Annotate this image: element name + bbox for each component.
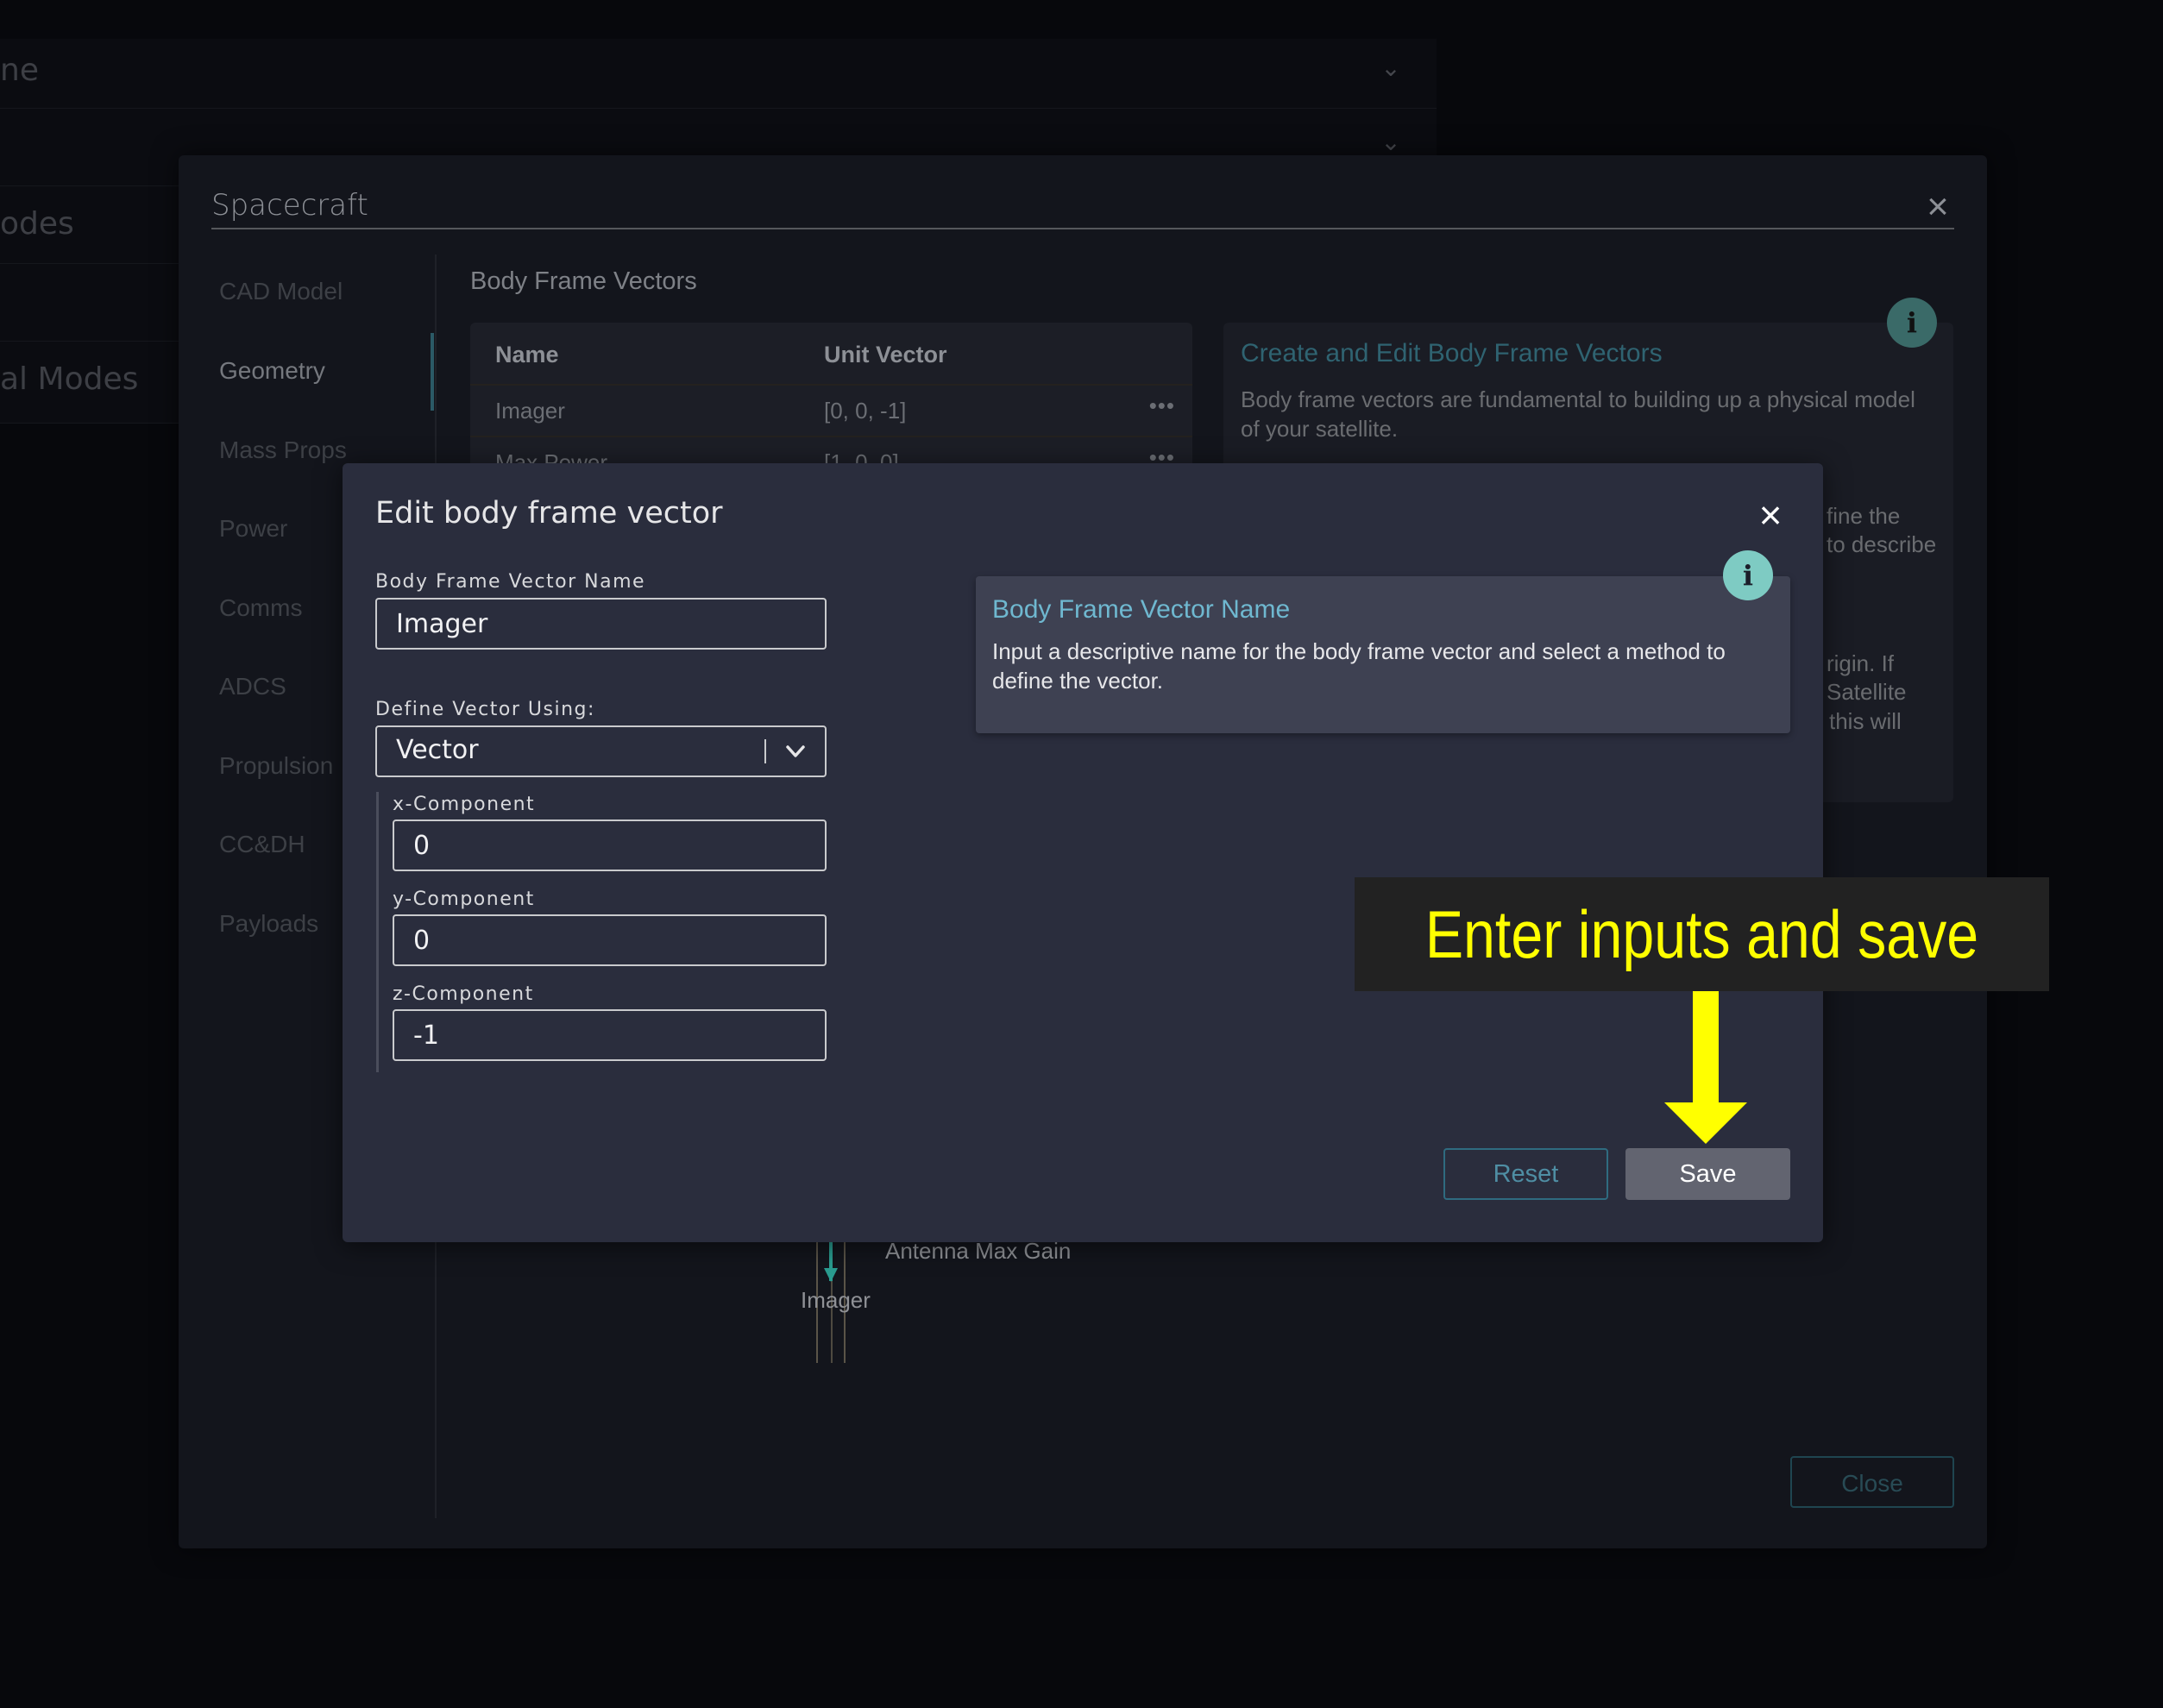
y-component-label: y-Component [393, 889, 535, 910]
chevron-down-icon[interactable] [780, 736, 811, 767]
sidebar-item-cad-model[interactable]: CAD Model [219, 278, 343, 305]
more-options-icon[interactable]: ••• [1149, 392, 1175, 419]
viewer-label-imager: Imager [801, 1287, 871, 1313]
help-text-fragment: rigin. If [1827, 650, 1895, 676]
close-icon[interactable]: × [1753, 495, 1788, 535]
sidebar-item-mass-props[interactable]: Mass Props [219, 436, 347, 464]
sidebar-item-power[interactable]: Power [219, 515, 287, 543]
close-button[interactable]: Close [1790, 1456, 1954, 1508]
vector-name-input[interactable] [375, 598, 827, 650]
help-title: Create and Edit Body Frame Vectors [1241, 339, 1663, 367]
bg-row[interactable]: ne ⌄ [0, 39, 1437, 109]
sidebar-item-comms[interactable]: Comms [219, 594, 302, 622]
active-tab-indicator [431, 333, 434, 411]
z-component-input[interactable] [393, 1009, 827, 1061]
help-text: Body frame vectors are fundamental to bu… [1241, 386, 1915, 442]
help-text-fragment: Satellite [1827, 679, 1907, 705]
z-component-label: z-Component [393, 983, 534, 1005]
column-header-name: Name [495, 342, 559, 367]
table-row[interactable]: Imager [0, 0, -1] ••• [470, 384, 1192, 437]
arrow-down-icon [1664, 1102, 1747, 1144]
help-text-fragment: fine the [1827, 503, 1901, 529]
bg-row-label: al Modes [0, 361, 139, 397]
select-separator [764, 739, 766, 763]
spacecraft-dialog-title: Spacecraft [211, 188, 368, 223]
save-button[interactable]: Save [1625, 1148, 1790, 1200]
sidebar-item-payloads[interactable]: Payloads [219, 910, 318, 938]
field-info-title: Body Frame Vector Name [992, 595, 1291, 624]
reset-button[interactable]: Reset [1443, 1148, 1608, 1200]
component-group-bar [376, 792, 379, 1072]
define-vector-selected: Vector [396, 735, 479, 765]
bg-row-label: ne [0, 53, 39, 88]
row-name: Imager [495, 398, 565, 424]
section-heading: Body Frame Vectors [470, 267, 697, 295]
x-component-label: x-Component [393, 794, 536, 815]
imager-vector-arrowhead [824, 1268, 838, 1282]
y-component-input[interactable] [393, 914, 827, 966]
sidebar-item-geometry[interactable]: Geometry [219, 357, 325, 385]
help-text-fragment: to describe [1827, 531, 1937, 557]
column-header-unit-vector: Unit Vector [824, 342, 947, 367]
chevron-down-icon[interactable]: ⌄ [1379, 56, 1403, 80]
sidebar-item-ccdh[interactable]: CC&DH [219, 831, 305, 858]
define-vector-label: Define Vector Using: [375, 699, 595, 720]
annotation-text: Enter inputs and save [1424, 896, 1979, 972]
info-icon[interactable]: i [1887, 298, 1937, 348]
x-component-input[interactable] [393, 819, 827, 871]
info-icon[interactable]: i [1723, 550, 1773, 600]
annotation-arrow-shaft [1693, 991, 1719, 1105]
sidebar-item-propulsion[interactable]: Propulsion [219, 752, 333, 780]
bg-row-label: odes [0, 206, 74, 242]
row-vector: [0, 0, -1] [824, 398, 907, 424]
field-info-text: Input a descriptive name for the body fr… [992, 638, 1726, 694]
sidebar-item-adcs[interactable]: ADCS [219, 673, 286, 700]
edit-dialog-title: Edit body frame vector [375, 496, 723, 531]
chevron-down-icon[interactable]: ⌄ [1379, 130, 1403, 154]
help-text-fragment: this will [1829, 708, 1902, 734]
name-field-label: Body Frame Vector Name [375, 571, 646, 593]
close-icon[interactable]: × [1921, 188, 1955, 226]
title-divider [211, 228, 1954, 229]
